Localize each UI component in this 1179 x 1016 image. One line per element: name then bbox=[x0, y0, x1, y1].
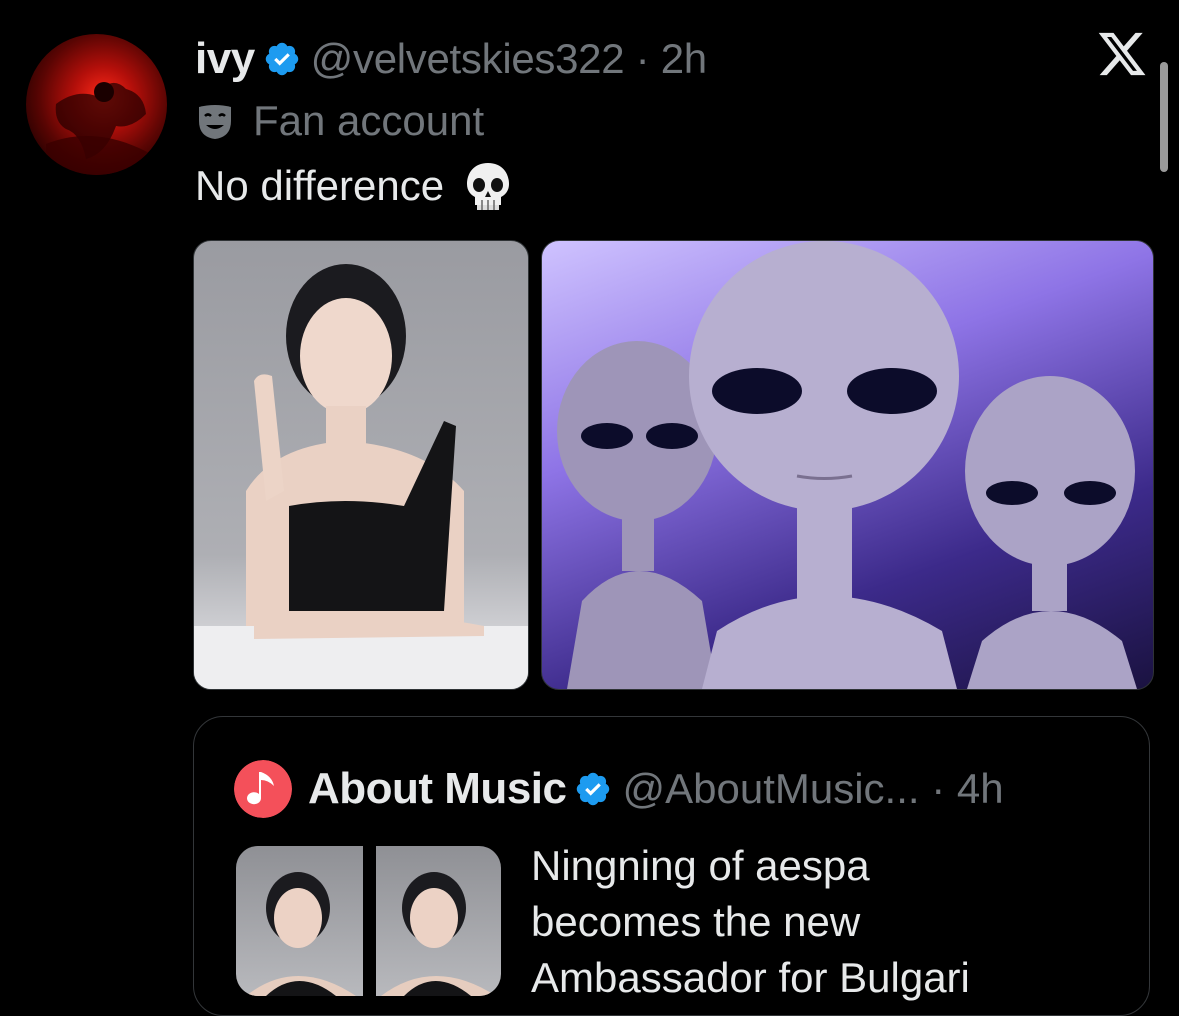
verified-badge-icon bbox=[265, 42, 298, 76]
quoted-tweet-header: About Music @AboutMusic... · 4h bbox=[234, 760, 1004, 818]
x-logo-icon[interactable] bbox=[1096, 28, 1148, 80]
fan-account-text: Fan account bbox=[253, 97, 485, 144]
thumbnail-left-photo bbox=[236, 846, 363, 996]
music-note-avatar-icon[interactable] bbox=[234, 760, 292, 818]
tweet-header: ivy @velvetskies322 · 2h bbox=[195, 33, 707, 85]
author-handle-time[interactable]: @velvetskies322 · 2h bbox=[311, 35, 707, 83]
skull-icon bbox=[467, 163, 510, 210]
avatar[interactable] bbox=[26, 34, 167, 175]
quoted-text-line: becomes the new bbox=[531, 898, 861, 945]
verified-badge-icon bbox=[577, 772, 610, 806]
quoted-thumbnail[interactable] bbox=[236, 846, 501, 996]
quoted-text-line: Ambassador for Bulgari bbox=[531, 954, 970, 1001]
scrollbar[interactable] bbox=[1160, 62, 1168, 172]
thumbnail-right-photo bbox=[376, 846, 501, 996]
avatar-figure bbox=[46, 82, 151, 175]
aliens-image[interactable] bbox=[541, 240, 1154, 690]
tweet-text: No difference bbox=[195, 158, 514, 214]
portrait-image[interactable] bbox=[193, 240, 529, 690]
portrait-illustration bbox=[194, 264, 528, 689]
quoted-author-handle-time[interactable]: @AboutMusic... · 4h bbox=[622, 765, 1003, 813]
tweet-text-content: No difference bbox=[195, 162, 445, 209]
theater-mask-icon bbox=[199, 105, 231, 139]
author-name[interactable]: ivy bbox=[195, 34, 255, 84]
account-label: Fan account bbox=[195, 96, 484, 146]
aliens-illustration bbox=[557, 241, 1137, 689]
quoted-author-name[interactable]: About Music bbox=[308, 764, 567, 814]
quoted-text-line: Ningning of aespa bbox=[531, 842, 870, 889]
